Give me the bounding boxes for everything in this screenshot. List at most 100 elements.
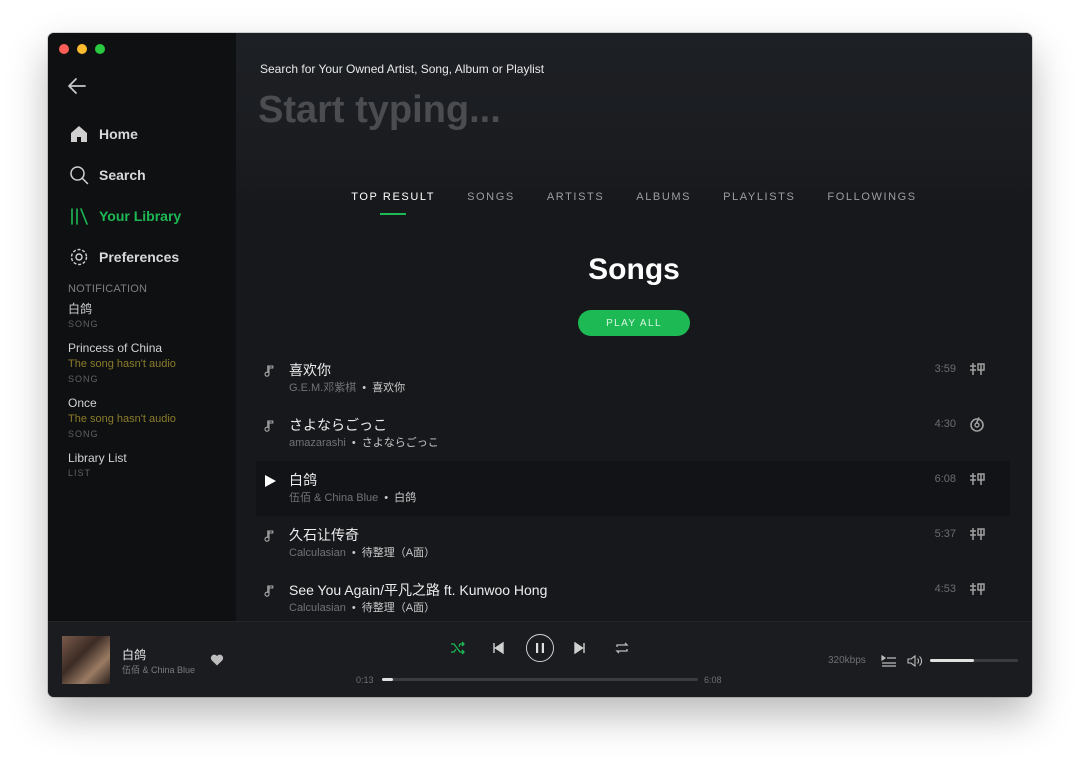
- play-all-button[interactable]: PLAY ALL: [578, 310, 690, 336]
- sidebar-item-label: Your Library: [99, 207, 182, 224]
- music-note-icon: [262, 528, 278, 544]
- separator-dot: •: [351, 602, 356, 614]
- song-duration: 6:08: [934, 473, 956, 485]
- song-subtitle: G.E.M.邓紫棋 • 喜欢你: [289, 379, 405, 395]
- notification-item[interactable]: 白鸽 SONG: [68, 301, 228, 331]
- current-time: 0:13: [356, 675, 374, 685]
- progress-bar[interactable]: [382, 678, 698, 681]
- tab-songs[interactable]: SONGS: [451, 191, 531, 203]
- notification-type: SONG: [68, 374, 99, 384]
- song-title: 久石让传奇: [289, 527, 359, 543]
- notification-item[interactable]: Princess of China The song hasn't audio …: [68, 340, 228, 386]
- separator-dot: •: [351, 437, 356, 449]
- sidebar-nav: Home Search Your Library Preferences: [48, 113, 236, 277]
- tab-top-result[interactable]: TOP RESULT: [335, 191, 451, 203]
- notification-title: Once: [68, 396, 97, 410]
- tab-albums[interactable]: ALBUMS: [620, 191, 707, 203]
- album-cover[interactable]: [62, 636, 110, 684]
- back-arrow-icon[interactable]: [66, 75, 88, 97]
- sidebar-item-label: Search: [99, 166, 146, 183]
- notification-item[interactable]: Once The song hasn't audio SONG: [68, 395, 228, 441]
- song-album[interactable]: 喜欢你: [372, 382, 405, 394]
- song-title: 喜欢你: [289, 362, 331, 378]
- song-album[interactable]: さよならごっこ: [362, 437, 439, 449]
- song-artist[interactable]: amazarashi: [289, 437, 346, 449]
- tab-artists[interactable]: ARTISTS: [531, 191, 620, 203]
- notification-title: Library List: [68, 451, 127, 465]
- netease-icon: [968, 415, 986, 433]
- queue-icon[interactable]: [880, 652, 898, 670]
- sidebar-item-label: Home: [99, 125, 138, 142]
- notification-message: The song hasn't audio: [68, 358, 176, 370]
- tab-followings[interactable]: FOLLOWINGS: [811, 191, 932, 203]
- search-hint: Search for Your Owned Artist, Song, Albu…: [260, 62, 545, 76]
- song-duration: 3:59: [934, 363, 956, 375]
- song-artist[interactable]: 伍佰 & China Blue: [289, 492, 378, 504]
- song-duration: 5:37: [934, 528, 956, 540]
- song-artist[interactable]: G.E.M.邓紫棋: [289, 382, 356, 394]
- song-row[interactable]: さよならごっこ amazarashi • さよならごっこ 4:30: [256, 406, 1010, 461]
- song-subtitle: amazarashi • さよならごっこ: [289, 434, 439, 450]
- music-note-icon: [262, 418, 278, 434]
- heart-icon[interactable]: [210, 653, 224, 667]
- xiami-icon: [968, 360, 986, 378]
- song-subtitle: 伍佰 & China Blue • 白鸽: [289, 489, 416, 505]
- notification-type: SONG: [68, 319, 99, 329]
- music-note-icon: [262, 363, 278, 379]
- minimize-window-button[interactable]: [77, 44, 87, 54]
- main-content: Search for Your Owned Artist, Song, Albu…: [236, 33, 1032, 621]
- xiami-icon: [968, 525, 986, 543]
- song-row[interactable]: 久石让传奇 Calculasian • 待整理（A面） 5:37: [256, 516, 1010, 571]
- volume-slider[interactable]: [930, 659, 1018, 662]
- total-time: 6:08: [704, 675, 722, 685]
- song-row-playing[interactable]: 白鸽 伍佰 & China Blue • 白鸽 6:08: [256, 461, 1010, 516]
- now-playing-title[interactable]: 白鸽: [122, 646, 146, 663]
- sidebar-item-library[interactable]: Your Library: [48, 195, 236, 236]
- progress-fill: [382, 678, 394, 681]
- music-note-icon: [262, 583, 278, 599]
- song-duration: 4:53: [934, 583, 956, 595]
- song-subtitle: Calculasian • 待整理（A面）: [289, 544, 435, 560]
- now-playing-artist[interactable]: 伍佰 & China Blue: [122, 663, 195, 676]
- song-duration: 4:30: [934, 418, 956, 430]
- song-row[interactable]: See You Again/平凡之路 ft. Kunwoo Hong Calcu…: [256, 571, 1010, 626]
- notification-type: SONG: [68, 429, 99, 439]
- search-icon: [68, 164, 90, 186]
- pause-button[interactable]: [526, 634, 554, 662]
- notification-panel: NOTIFICATION 白鸽 SONG Princess of China T…: [68, 283, 228, 489]
- zoom-window-button[interactable]: [95, 44, 105, 54]
- search-input[interactable]: [258, 85, 858, 135]
- volume-icon[interactable]: [906, 652, 924, 670]
- tab-playlists[interactable]: PLAYLISTS: [707, 191, 811, 203]
- section-title: Songs: [588, 253, 680, 286]
- song-album[interactable]: 待整理（A面）: [362, 547, 435, 559]
- separator-dot: •: [351, 547, 356, 559]
- separator-dot: •: [384, 492, 389, 504]
- song-title: 白鸽: [289, 472, 317, 488]
- song-artist[interactable]: Calculasian: [289, 547, 346, 559]
- repeat-icon[interactable]: [613, 639, 631, 657]
- previous-track-icon[interactable]: [489, 639, 507, 657]
- notification-message: The song hasn't audio: [68, 413, 176, 425]
- song-subtitle: Calculasian • 待整理（A面）: [289, 599, 435, 615]
- bitrate-label[interactable]: 320kbps: [828, 655, 866, 666]
- next-track-icon[interactable]: [571, 639, 589, 657]
- pause-icon: [536, 643, 544, 653]
- sidebar: Home Search Your Library Preferences NOT…: [48, 33, 236, 621]
- notification-item[interactable]: Library List LIST: [68, 450, 228, 480]
- song-row[interactable]: 喜欢你 G.E.M.邓紫棋 • 喜欢你 3:59: [256, 351, 1010, 406]
- sidebar-item-preferences[interactable]: Preferences: [48, 236, 236, 277]
- close-window-button[interactable]: [59, 44, 69, 54]
- xiami-icon: [968, 580, 986, 598]
- library-icon: [68, 205, 90, 227]
- shuffle-icon[interactable]: [449, 639, 467, 657]
- song-artist[interactable]: Calculasian: [289, 602, 346, 614]
- notification-type: LIST: [68, 468, 92, 478]
- home-icon: [68, 123, 90, 145]
- song-album[interactable]: 白鸽: [394, 492, 416, 504]
- sidebar-item-search[interactable]: Search: [48, 154, 236, 195]
- sidebar-item-home[interactable]: Home: [48, 113, 236, 154]
- play-icon[interactable]: [262, 473, 278, 489]
- window-controls: [59, 44, 105, 54]
- song-album[interactable]: 待整理（A面）: [362, 602, 435, 614]
